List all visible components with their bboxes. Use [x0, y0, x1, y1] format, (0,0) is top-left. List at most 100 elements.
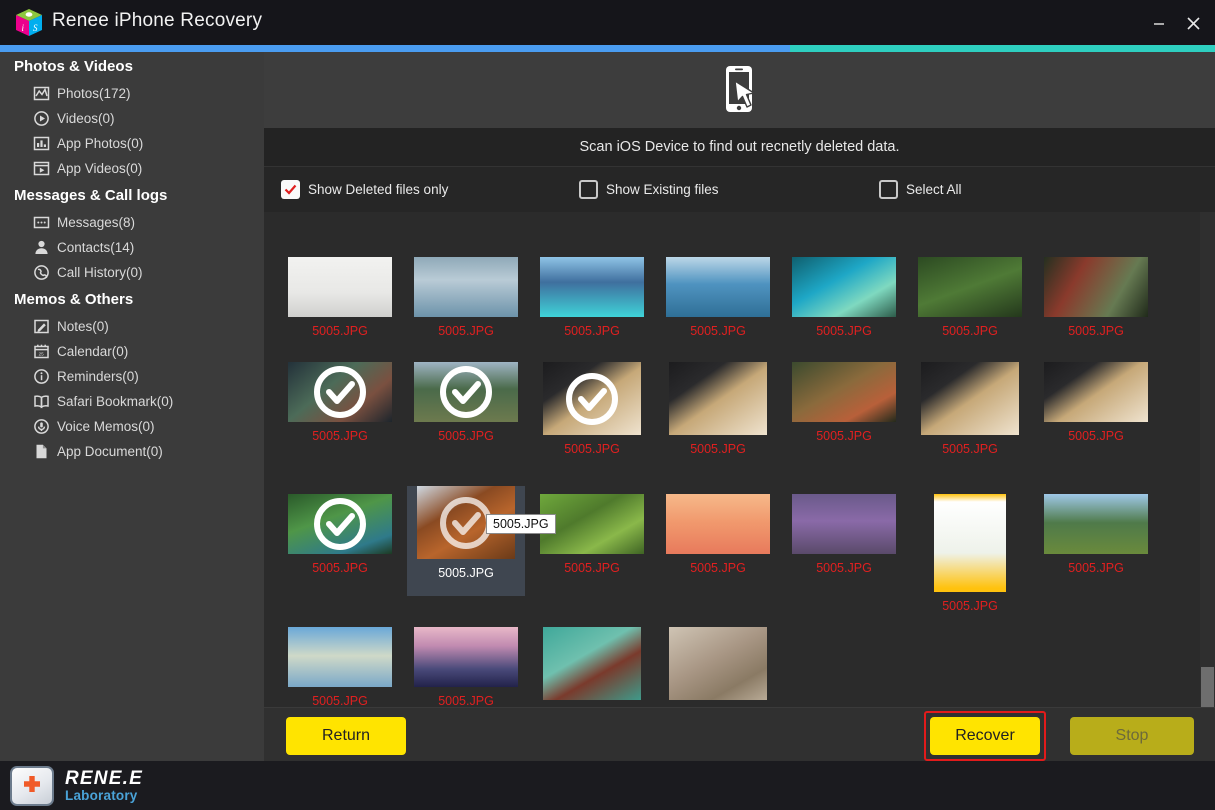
sidebar-item-label: Reminders(0) [57, 369, 139, 384]
thumbnail-image [1044, 362, 1148, 422]
thumbnail-label: 5005.JPG [942, 324, 998, 338]
thumbnail-cell[interactable]: 5005.JPG [281, 627, 399, 707]
thumbnail-cell[interactable]: 5005.JPG [659, 627, 777, 707]
bar-chart-icon [32, 135, 50, 153]
main-panel: Scan iOS Device to find out recnetly del… [264, 52, 1215, 761]
thumbnail-image [669, 627, 767, 700]
thumbnail-label: 5005.JPG [312, 561, 368, 575]
thumbnail-cell[interactable]: 5005.JPG [407, 486, 525, 596]
app-logo-icon: i S [14, 8, 44, 38]
thumbnail-cell[interactable]: 5005.JPG [659, 362, 777, 456]
thumbnail-label: 5005.JPG [816, 561, 872, 575]
thumbnail-image [414, 257, 518, 317]
sidebar-item-notes[interactable]: Notes(0) [0, 314, 264, 339]
sidebar-item-app-photos[interactable]: App Photos(0) [0, 131, 264, 156]
thumbnail-label: 5005.JPG [690, 324, 746, 338]
filter-bar: Show Deleted files only Show Existing fi… [264, 166, 1215, 212]
checkbox-show-existing-files[interactable]: Show Existing files [579, 180, 719, 199]
thumbnail-label: 5005.JPG [1068, 561, 1124, 575]
thumbnail-label: 5005.JPG [438, 694, 494, 707]
brand-subtitle: Laboratory [65, 787, 138, 803]
thumbnail-cell[interactable]: 5005.JPG [911, 494, 1029, 613]
thumbnail-cell[interactable]: 5005.JPG [911, 362, 1029, 456]
sidebar-item-label: Notes(0) [57, 319, 109, 334]
person-icon [32, 239, 50, 257]
sidebar-item-photos[interactable]: Photos(172) [0, 81, 264, 106]
thumbnail-cell[interactable]: 5005.JPG [785, 362, 903, 443]
action-bar: Return Recover Stop [264, 707, 1215, 761]
thumbnail-cell[interactable]: 5005.JPG [659, 494, 777, 575]
checkbox-show-deleted-only[interactable]: Show Deleted files only [281, 180, 448, 199]
sidebar-item-messages[interactable]: Messages(8) [0, 210, 264, 235]
thumbnail-cell[interactable]: 5005.JPG [281, 362, 399, 443]
progress-bar-fill [0, 45, 790, 52]
app-title: Renee iPhone Recovery [52, 10, 263, 31]
thumbnail-cell[interactable]: 5005.JPG [659, 257, 777, 338]
hero-banner [264, 52, 1215, 128]
thumbnail-image [792, 257, 896, 317]
thumbnail-label: 5005.JPG [564, 442, 620, 456]
thumbnail-grid[interactable]: 5005.JPG 5005.JPG 5005.JPG 5005.JPG 5005.JPG… [264, 212, 1215, 707]
checkbox-box-unchecked [879, 180, 898, 199]
thumbnail-cell[interactable]: 5005.JPG [533, 627, 651, 707]
sidebar-item-contacts[interactable]: Contacts(14) [0, 235, 264, 260]
thumbnail-image [288, 257, 392, 317]
thumbnail-cell[interactable]: 5005.JPG [407, 362, 525, 443]
thumbnail-cell[interactable]: 5005.JPG [281, 257, 399, 338]
thumbnail-cell[interactable]: 5005.JPG [533, 362, 651, 456]
thumbnail-image [1044, 494, 1148, 554]
sidebar-item-app-document[interactable]: App Document(0) [0, 439, 264, 464]
thumbnail-cell[interactable]: 5005.JPG [785, 494, 903, 575]
sidebar-item-calendar[interactable]: 25 Calendar(0) [0, 339, 264, 364]
checkbox-label: Select All [906, 182, 962, 197]
sidebar-item-reminders[interactable]: Reminders(0) [0, 364, 264, 389]
thumbnail-image [669, 362, 767, 435]
thumbnail-label: 5005.JPG [690, 561, 746, 575]
checkbox-label: Show Deleted files only [308, 182, 449, 197]
selected-check-icon [438, 364, 494, 420]
sidebar-item-label: App Videos(0) [57, 161, 143, 176]
minimize-icon[interactable] [1146, 10, 1172, 36]
scrollbar-track[interactable] [1200, 212, 1215, 715]
sidebar-item-videos[interactable]: Videos(0) [0, 106, 264, 131]
play-circle-icon [32, 110, 50, 128]
thumbnail-cell[interactable]: 5005.JPG [533, 257, 651, 338]
checkbox-box-unchecked [579, 180, 598, 199]
sidebar-item-call-history[interactable]: Call History(0) [0, 260, 264, 285]
return-button[interactable]: Return [286, 717, 406, 755]
sidebar-item-safari-bookmark[interactable]: Safari Bookmark(0) [0, 389, 264, 414]
close-icon[interactable] [1180, 10, 1206, 36]
thumbnail-cell[interactable]: 5005.JPG [533, 494, 651, 575]
thumbnail-image [918, 257, 1022, 317]
scan-message: Scan iOS Device to find out recnetly del… [264, 128, 1215, 166]
thumbnail-label: 5005.JPG [438, 566, 494, 580]
sidebar-item-label: Contacts(14) [57, 240, 135, 255]
thumbnail-image [288, 494, 392, 554]
document-icon [32, 443, 50, 461]
thumbnail-cell[interactable]: 5005.JPG [407, 257, 525, 338]
thumbnail-label: 5005.JPG [690, 442, 746, 456]
thumbnail-cell[interactable]: 5005.JPG [785, 257, 903, 338]
thumbnail-cell[interactable]: 5005.JPG [281, 494, 399, 575]
thumbnail-cell[interactable]: 5005.JPG [911, 257, 1029, 338]
thumbnail-cell[interactable]: 5005.JPG [407, 627, 525, 707]
thumbnail-image [921, 362, 1019, 435]
checkbox-select-all[interactable]: Select All [879, 180, 962, 199]
thumbnail-cell[interactable]: 5005.JPG [1037, 257, 1155, 338]
microphone-icon [32, 418, 50, 436]
thumbnail-cell[interactable]: 5005.JPG [1037, 494, 1155, 575]
thumbnail-image [540, 494, 644, 554]
hover-tooltip: 5005.JPG [486, 514, 556, 534]
thumbnail-label: 5005.JPG [564, 561, 620, 575]
sidebar-item-voice-memos[interactable]: Voice Memos(0) [0, 414, 264, 439]
thumbnail-cell[interactable]: 5005.JPG [1037, 362, 1155, 443]
thumbnail-label: 5005.JPG [942, 442, 998, 456]
thumbnail-label: 5005.JPG [312, 324, 368, 338]
recover-button[interactable]: Recover [930, 717, 1040, 755]
video-frame-icon [32, 160, 50, 178]
sidebar-item-app-videos[interactable]: App Videos(0) [0, 156, 264, 181]
thumbnail-image [414, 362, 518, 422]
sidebar-item-label: Videos(0) [57, 111, 115, 126]
thumbnail-label: 5005.JPG [1068, 429, 1124, 443]
sidebar-item-label: App Photos(0) [57, 136, 144, 151]
